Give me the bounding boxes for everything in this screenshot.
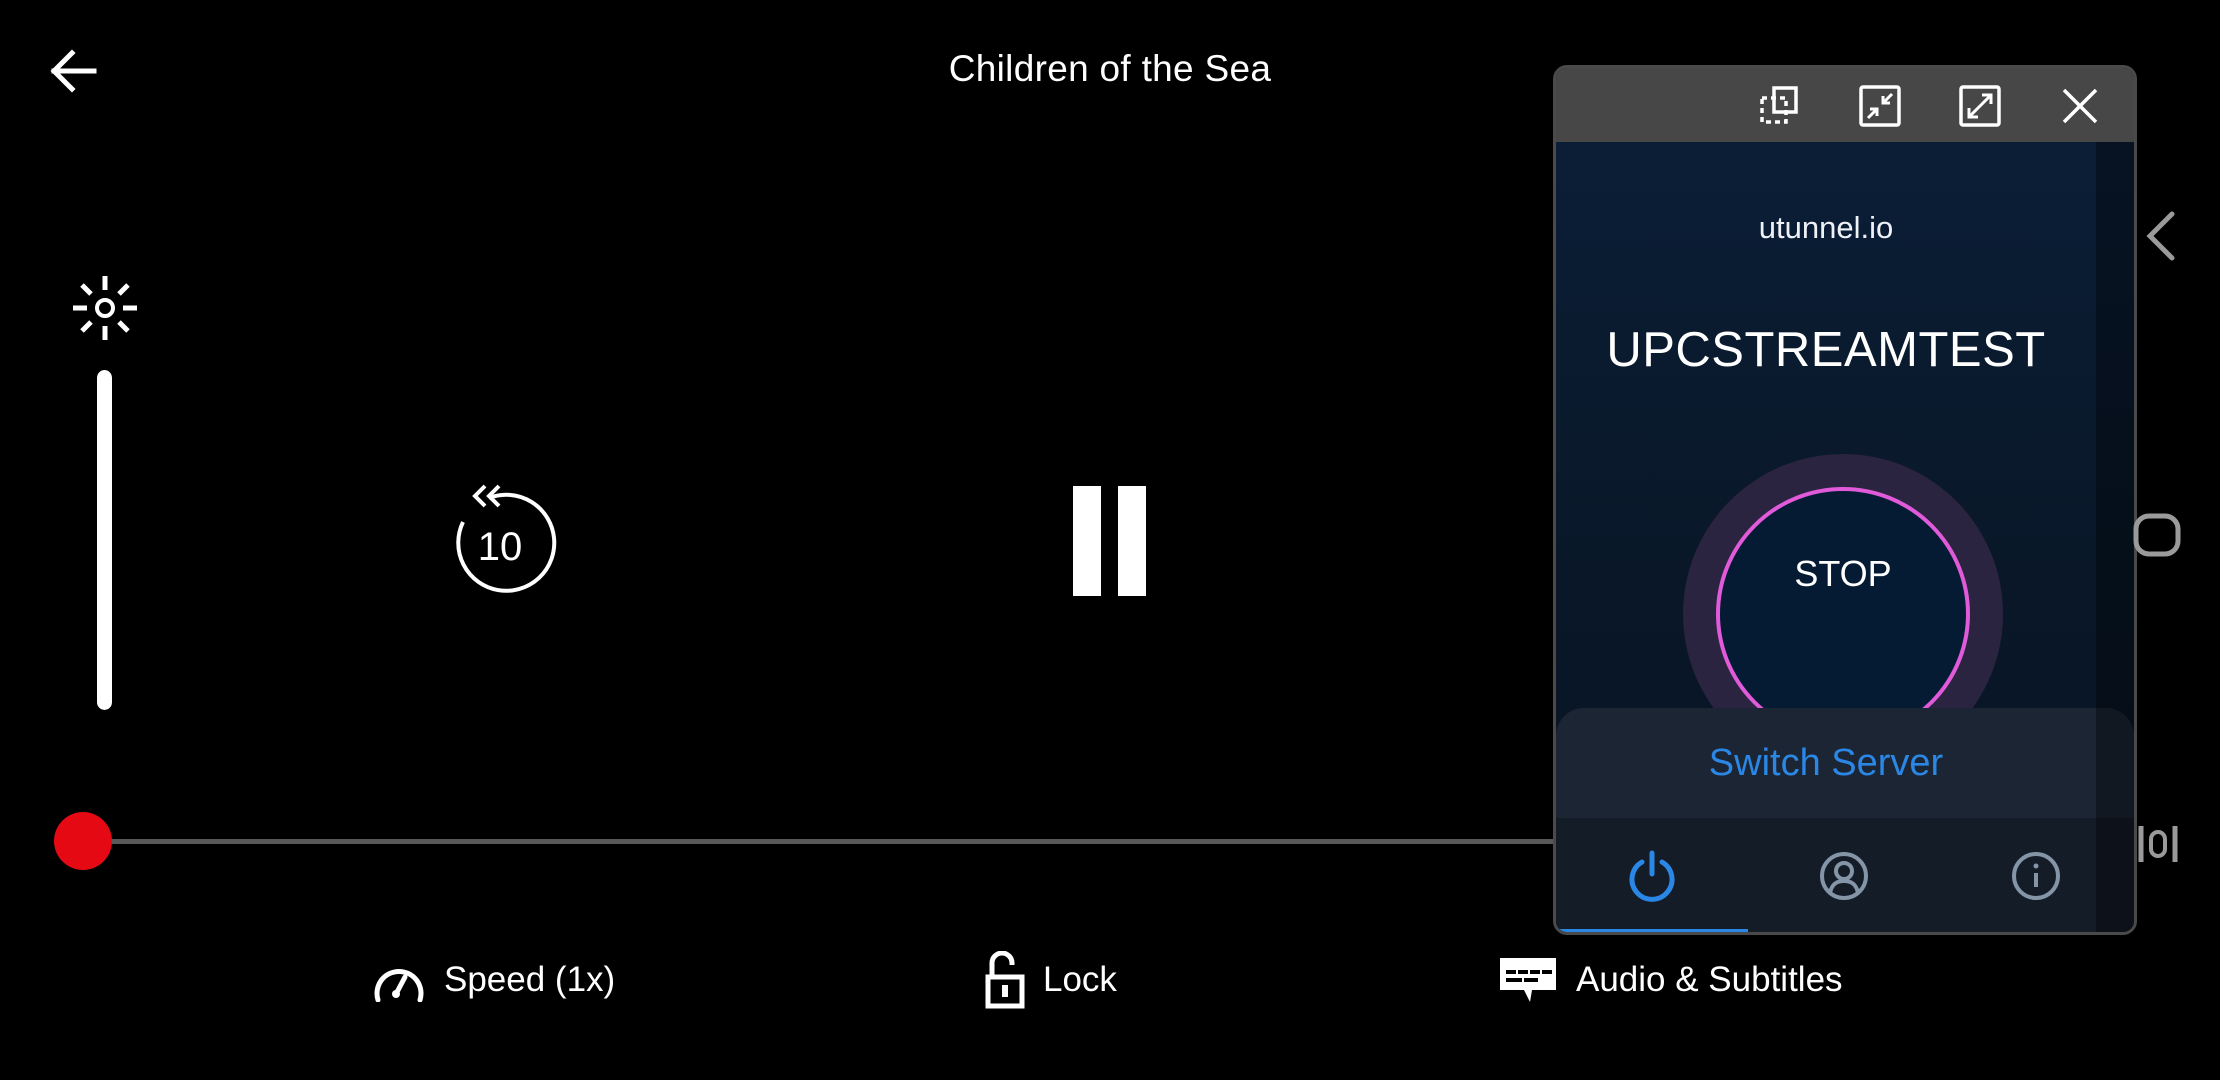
system-home-button[interactable] <box>2132 510 2182 560</box>
info-icon <box>2012 852 2060 900</box>
nav-home-icon <box>2133 513 2181 557</box>
active-tab-indicator <box>1556 929 1748 932</box>
tab-info[interactable] <box>1940 818 2132 932</box>
close-icon <box>2062 88 2098 124</box>
speedometer-icon <box>374 968 424 1002</box>
system-recents-button[interactable] <box>2135 820 2183 868</box>
speed-button[interactable]: Speed (1x) <box>372 950 615 1010</box>
vpn-server-name: UPCSTREAMTEST <box>1606 323 2046 377</box>
rewind-10-button[interactable]: 10 <box>445 480 557 600</box>
sun-icon <box>70 273 140 343</box>
switch-server-button[interactable]: Switch Server <box>1556 708 2096 818</box>
nav-recents-icon <box>2138 826 2178 862</box>
speed-label: Speed (1x) <box>444 960 616 999</box>
power-icon <box>1629 850 1675 902</box>
floating-window-titlebar[interactable] <box>1556 68 2134 142</box>
audio-subtitles-button[interactable]: Audio & Subtitles <box>1498 950 1843 1010</box>
brightness-slider[interactable] <box>97 370 112 710</box>
pause-button[interactable] <box>1068 482 1148 598</box>
close-button[interactable] <box>2058 84 2102 128</box>
brightness-slider-fill <box>97 370 112 710</box>
tab-connect[interactable] <box>1556 818 1748 932</box>
maximize-button[interactable] <box>1958 84 2002 128</box>
audio-subtitles-label: Audio & Subtitles <box>1576 960 1843 999</box>
rewind-seconds-label: 10 <box>477 525 523 569</box>
maximize-icon <box>1959 85 2001 127</box>
vpn-stop-label: STOP <box>1794 553 1892 594</box>
subtitles-icon <box>1500 958 1556 1002</box>
tab-account[interactable] <box>1748 818 1940 932</box>
nav-back-icon <box>2146 211 2175 261</box>
floating-window: utunnel.io UPCSTREAMTEST STOP Switch Ser… <box>1553 65 2137 935</box>
vpn-tab-bar <box>1556 818 2134 932</box>
switch-server-panel: Switch Server <box>1556 708 2134 932</box>
lock-button[interactable]: Lock <box>985 950 1117 1010</box>
seek-bar[interactable] <box>82 839 1562 844</box>
user-circle-icon <box>1820 852 1868 900</box>
system-back-button[interactable] <box>2140 208 2180 264</box>
seek-thumb[interactable] <box>54 812 112 870</box>
lock-label: Lock <box>1043 960 1117 999</box>
vpn-brand: utunnel.io <box>1758 210 1894 245</box>
pop-out-window-icon <box>1760 86 1798 124</box>
pop-out-button[interactable] <box>1758 84 1802 128</box>
vpn-app: utunnel.io UPCSTREAMTEST STOP Switch Ser… <box>1556 142 2134 932</box>
unlock-icon <box>985 951 1025 1009</box>
minimize-button[interactable] <box>1858 84 1902 128</box>
switch-server-label: Switch Server <box>1708 741 1944 784</box>
minimize-icon <box>1859 85 1901 127</box>
vpn-stop-button[interactable]: STOP <box>1716 487 1970 741</box>
